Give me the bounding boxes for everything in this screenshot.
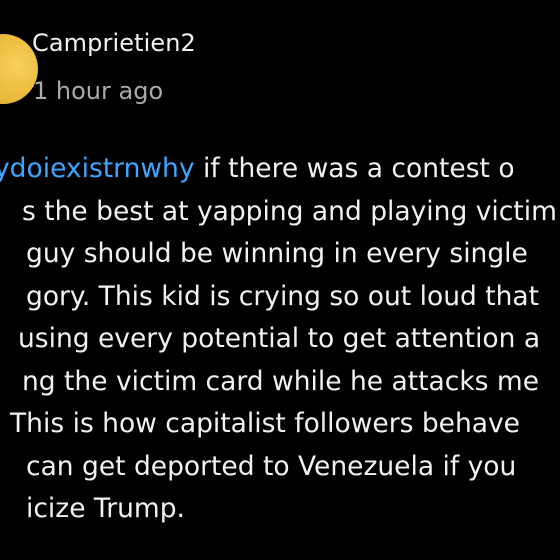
comment-body: ydoiexistrnwhy if there was a contest o … [0, 148, 560, 531]
comment-line-text: if there was a contest o [194, 153, 515, 184]
comment-line: using every potential to get attention a [18, 323, 541, 354]
comment-line: ng the victim card while he attacks me [22, 365, 540, 397]
comment-line: ydoiexistrnwhy if there was a contest o [0, 148, 560, 191]
comment-line: icize Trump. [26, 493, 185, 524]
comment-timestamp[interactable]: 1 hour ago [33, 77, 163, 105]
comment-line: This is how capitalist followers behave [10, 408, 520, 439]
comment-author[interactable]: Camprietien2 [32, 29, 196, 57]
mention-link[interactable]: ydoiexistrnwhy [0, 153, 195, 184]
comment-line: s the best at yapping and playing victim [22, 195, 557, 227]
comment-line: can get deported to Venezuela if you [26, 450, 517, 482]
comment-line: gory. This kid is crying so out loud tha… [26, 280, 540, 312]
comment-line: guy should be winning in every single [26, 238, 528, 269]
comment-card: Camprietien2 1 hour ago ydoiexistrnwhy i… [0, 0, 560, 560]
